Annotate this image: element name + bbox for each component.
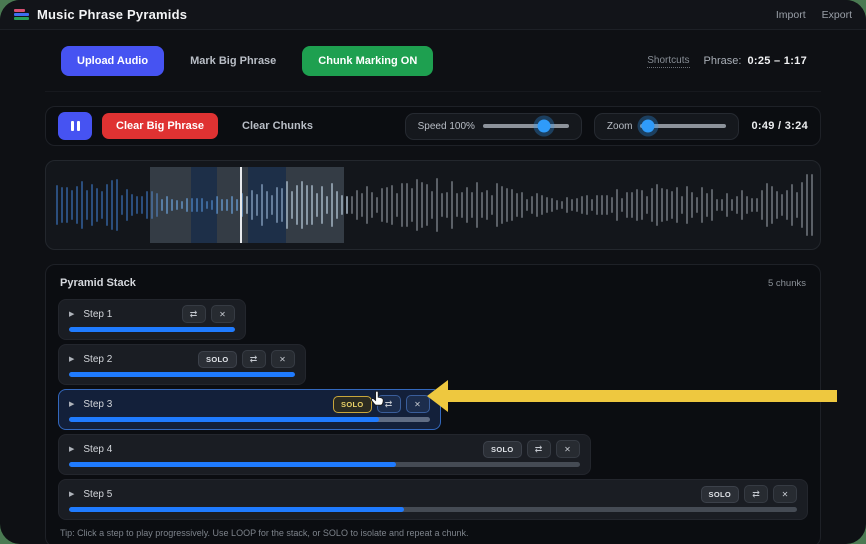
step-progress-bar bbox=[69, 462, 580, 467]
time-display: 0:49 / 3:24 bbox=[751, 120, 808, 132]
steps-list: ▶ Step 1 ⇄ ✕ ▶ Step 2 SOLO ⇄ ✕ ▶ Step 3 SOLO ⇄ ✕ ▶ Step… bbox=[58, 299, 808, 520]
close-button[interactable]: ✕ bbox=[555, 440, 580, 458]
zoom-slider-thumb[interactable] bbox=[641, 119, 655, 133]
play-icon[interactable]: ▶ bbox=[69, 355, 74, 363]
marking-toolbar: Upload Audio Mark Big Phrase Chunk Marki… bbox=[45, 30, 821, 92]
main-content: Upload Audio Mark Big Phrase Chunk Marki… bbox=[0, 30, 866, 544]
transport-bar: Clear Big Phrase Clear Chunks Speed 100%… bbox=[45, 106, 821, 146]
step-label: Step 5 bbox=[83, 488, 113, 500]
step-card-4[interactable]: ▶ Step 4 SOLO ⇄ ✕ bbox=[58, 434, 591, 475]
solo-button[interactable]: SOLO bbox=[333, 395, 372, 413]
loop-button[interactable]: ⇄ bbox=[526, 440, 551, 458]
clear-big-phrase-button[interactable]: Clear Big Phrase bbox=[102, 113, 219, 139]
play-icon[interactable]: ▶ bbox=[69, 445, 74, 453]
step-progress-fill bbox=[69, 372, 295, 377]
clear-chunks-button[interactable]: Clear Chunks bbox=[228, 113, 327, 139]
loop-button[interactable]: ⇄ bbox=[744, 485, 768, 503]
step-header: ▶ Step 5 SOLO ⇄ ✕ bbox=[69, 485, 797, 503]
pyramid-stack-title: Pyramid Stack bbox=[60, 277, 136, 289]
step-header: ▶ Step 4 SOLO ⇄ ✕ bbox=[69, 440, 580, 458]
step-progress-fill bbox=[69, 507, 404, 512]
step-header: ▶ Step 2 SOLO ⇄ ✕ bbox=[69, 350, 295, 368]
step-label: Step 3 bbox=[83, 398, 113, 410]
shortcuts-link[interactable]: Shortcuts bbox=[647, 55, 690, 68]
loop-button[interactable]: ⇄ bbox=[241, 350, 266, 368]
close-button[interactable]: ✕ bbox=[270, 350, 295, 368]
pause-button[interactable] bbox=[58, 112, 92, 140]
pause-icon bbox=[76, 121, 80, 131]
step-label: Step 2 bbox=[83, 353, 113, 365]
step-progress-bar bbox=[69, 372, 295, 377]
app-window: Music Phrase Pyramids Import Export Uplo… bbox=[0, 0, 866, 544]
chunk-marking-toggle-button[interactable]: Chunk Marking ON bbox=[302, 46, 434, 76]
step-progress-fill bbox=[69, 462, 396, 467]
solo-button[interactable]: SOLO bbox=[198, 350, 237, 368]
step-card-5[interactable]: ▶ Step 5 SOLO ⇄ ✕ bbox=[58, 479, 808, 520]
brand: Music Phrase Pyramids bbox=[14, 7, 187, 22]
chunk-segment-2[interactable] bbox=[190, 167, 218, 243]
step-progress-bar bbox=[69, 417, 430, 422]
play-icon[interactable]: ▶ bbox=[69, 490, 74, 498]
step-card-3[interactable]: ▶ Step 3 SOLO ⇄ ✕ bbox=[58, 389, 441, 430]
phrase-range: Phrase: 0:25 – 1:17 bbox=[704, 55, 807, 67]
pause-icon bbox=[70, 121, 74, 131]
play-icon[interactable]: ▶ bbox=[69, 310, 74, 318]
waveform-panel[interactable] bbox=[45, 160, 821, 250]
tip-text: Tip: Click a step to play progressively.… bbox=[60, 528, 469, 538]
step-progress-bar bbox=[69, 327, 235, 332]
step-progress-fill bbox=[69, 327, 235, 332]
phrase-label: Phrase: bbox=[703, 55, 742, 67]
speed-slider[interactable] bbox=[482, 119, 569, 133]
step-header: ▶ Step 1 ⇄ ✕ bbox=[69, 305, 235, 323]
step-actions: SOLO ⇄ ✕ bbox=[198, 350, 295, 368]
chunk-segment-4[interactable] bbox=[248, 167, 286, 243]
export-link[interactable]: Export bbox=[822, 9, 852, 21]
top-nav: Import Export bbox=[776, 9, 852, 21]
app-title: Music Phrase Pyramids bbox=[37, 7, 188, 22]
page-background: Music Phrase Pyramids Import Export Uplo… bbox=[0, 0, 866, 544]
chunks-count-badge: 5 chunks bbox=[767, 277, 806, 289]
chunk-segment-3[interactable] bbox=[217, 167, 248, 243]
chunk-segment-5[interactable] bbox=[285, 167, 344, 243]
zoom-label: Zoom bbox=[606, 120, 633, 132]
step-progress-bar bbox=[69, 507, 797, 512]
loop-button[interactable]: ⇄ bbox=[376, 395, 401, 413]
zoom-slider[interactable] bbox=[640, 119, 727, 133]
step-actions: ⇄ ✕ bbox=[181, 305, 235, 323]
play-icon[interactable]: ▶ bbox=[69, 400, 74, 408]
top-bar: Music Phrase Pyramids Import Export bbox=[0, 0, 866, 30]
import-link[interactable]: Import bbox=[776, 9, 806, 21]
step-actions: SOLO ⇄ ✕ bbox=[333, 395, 430, 413]
close-button[interactable]: ✕ bbox=[405, 395, 430, 413]
step-card-1[interactable]: ▶ Step 1 ⇄ ✕ bbox=[58, 299, 246, 340]
step-header: ▶ Step 3 SOLO ⇄ ✕ bbox=[69, 395, 430, 413]
playhead-line[interactable] bbox=[239, 167, 242, 243]
pyramid-logo-icon bbox=[14, 9, 29, 20]
chunk-segment-1[interactable] bbox=[150, 167, 191, 243]
mark-big-phrase-button[interactable]: Mark Big Phrase bbox=[186, 46, 280, 76]
solo-button[interactable]: SOLO bbox=[700, 485, 739, 503]
step-label: Step 4 bbox=[83, 443, 113, 455]
speed-label: Speed 100% bbox=[417, 120, 475, 132]
zoom-slider-group: Zoom bbox=[593, 112, 740, 140]
step-actions: SOLO ⇄ ✕ bbox=[700, 485, 797, 503]
loop-button[interactable]: ⇄ bbox=[181, 305, 206, 323]
phrase-value: 0:25 – 1:17 bbox=[747, 55, 807, 67]
solo-button[interactable]: SOLO bbox=[483, 440, 522, 458]
speed-slider-thumb[interactable] bbox=[537, 119, 551, 133]
step-label: Step 1 bbox=[83, 308, 113, 320]
upload-audio-button[interactable]: Upload Audio bbox=[61, 46, 165, 76]
step-progress-fill bbox=[69, 417, 380, 422]
pyramid-stack-panel: Pyramid Stack 5 chunks ▶ Step 1 ⇄ ✕ ▶ Step 2S… bbox=[45, 264, 821, 544]
step-actions: SOLO ⇄ ✕ bbox=[483, 440, 580, 458]
speed-slider-group: Speed 100% bbox=[404, 112, 582, 140]
step-card-2[interactable]: ▶ Step 2 SOLO ⇄ ✕ bbox=[58, 344, 306, 385]
close-button[interactable]: ✕ bbox=[210, 305, 235, 323]
close-button[interactable]: ✕ bbox=[773, 485, 797, 503]
